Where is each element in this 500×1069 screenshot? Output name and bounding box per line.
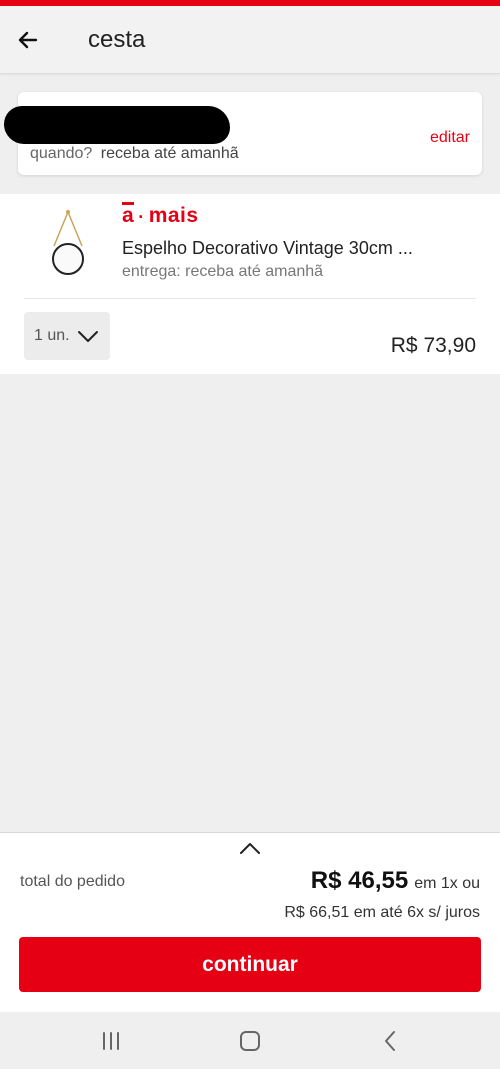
total-label: total do pedido — [20, 873, 125, 890]
arrow-left-icon — [18, 31, 38, 49]
continue-button[interactable]: continuar — [19, 937, 481, 992]
item-divider — [24, 298, 476, 299]
brand-logo: a · mais — [122, 202, 199, 228]
total-suffix: em 1x ou — [414, 875, 480, 892]
quantity-value: 1 un. — [34, 327, 70, 344]
page-title: cesta — [88, 26, 146, 53]
total-row: R$ 46,55 em 1x ou — [311, 867, 480, 895]
delivery-when: quando? receba até amanhã — [30, 145, 239, 163]
edit-delivery-link[interactable]: editar — [430, 129, 470, 147]
redacted-address — [4, 106, 230, 144]
system-nav-bar — [0, 1012, 500, 1069]
cart-item: a · mais Espelho Decorativo Vintage 30cm… — [0, 194, 500, 374]
brand-logo-a: a — [122, 202, 135, 227]
back-button[interactable] — [12, 24, 44, 56]
round-mirror-icon — [52, 210, 84, 275]
recent-apps-icon[interactable] — [98, 1028, 124, 1054]
delivery-card: quando? receba até amanhã editar — [4, 92, 482, 175]
brand-logo-dot: · — [138, 207, 145, 227]
order-summary-footer: total do pedido R$ 46,55 em 1x ou R$ 66,… — [0, 832, 500, 1012]
delivery-when-value: receba até amanhã — [100, 145, 239, 162]
installments-info: R$ 66,51 em até 6x s/ juros — [284, 904, 480, 921]
product-image[interactable] — [38, 208, 98, 278]
brand-logo-mais: mais — [148, 204, 199, 227]
app-header: cesta — [0, 6, 500, 74]
quantity-select[interactable]: 1 un. — [24, 312, 110, 360]
delivery-when-label: quando? — [30, 145, 93, 162]
product-name[interactable]: Espelho Decorativo Vintage 30cm ... — [122, 238, 413, 259]
total-amount: R$ 46,55 — [310, 867, 409, 894]
chevron-up-icon[interactable] — [238, 839, 262, 857]
product-delivery-info: entrega: receba até amanhã — [122, 263, 324, 280]
chevron-down-icon — [78, 331, 98, 342]
system-back-icon[interactable] — [378, 1028, 404, 1054]
product-price: R$ 73,90 — [390, 334, 476, 357]
home-icon[interactable] — [237, 1028, 263, 1054]
